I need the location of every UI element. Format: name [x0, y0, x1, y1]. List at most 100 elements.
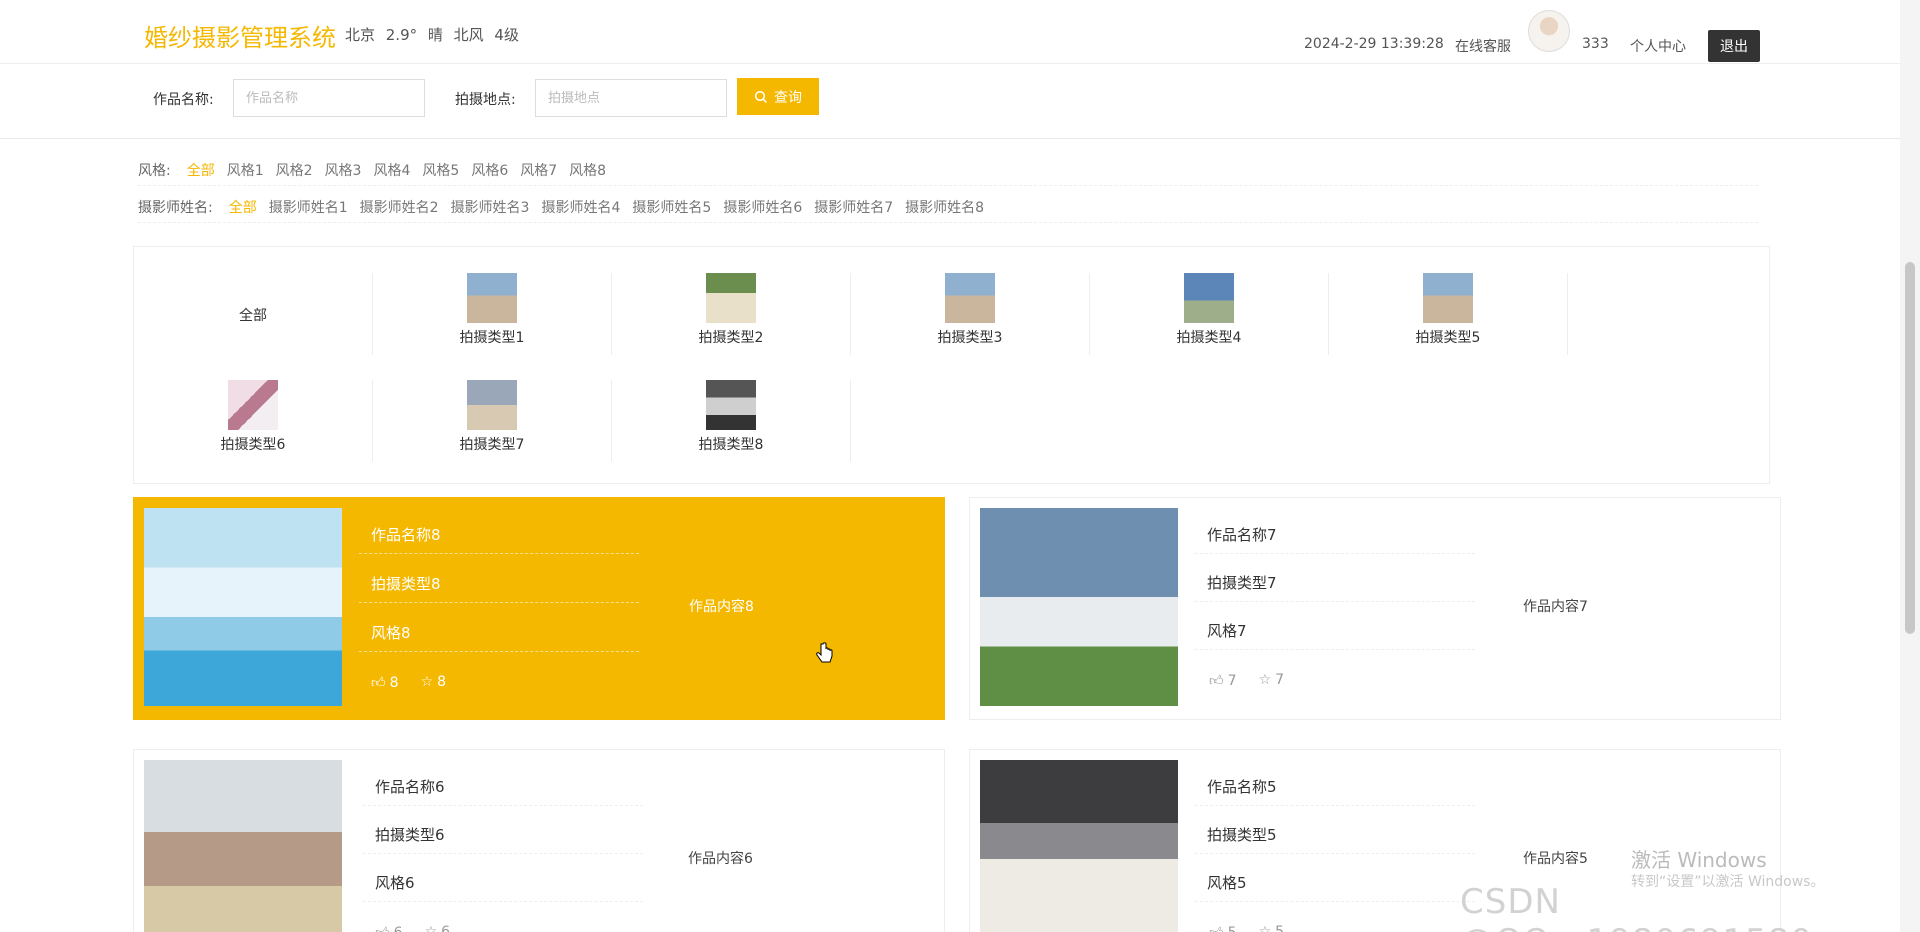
work-photo	[980, 508, 1178, 706]
photographer-filter-item[interactable]: 摄影师姓名4	[541, 197, 620, 217]
star-icon: ☆	[1258, 672, 1272, 688]
weather-info: 北京 2.9° 晴 北风 4级	[345, 26, 519, 44]
type-thumbnail	[706, 273, 756, 323]
type-item[interactable]: 拍摄类型2	[612, 273, 851, 355]
csdn-watermark: CSDN @QQ__1980691580	[1460, 882, 1812, 932]
like-count[interactable]: 👍︎5	[1209, 924, 1237, 932]
favorite-count[interactable]: ☆ 6	[425, 924, 450, 932]
type-label: 拍摄类型3	[937, 330, 1003, 346]
shoot-type-panel: 全部 拍摄类型1 拍摄类型2 拍摄类型3 拍摄类型4 拍摄类型5 拍摄类型6 拍…	[133, 246, 1770, 484]
username: 333	[1582, 36, 1609, 52]
work-photo	[144, 760, 342, 932]
work-type: 拍摄类型5	[1195, 808, 1475, 854]
type-item[interactable]: 拍摄类型3	[851, 273, 1090, 355]
type-label: 拍摄类型6	[220, 437, 286, 453]
type-item[interactable]: 拍摄类型5	[1329, 273, 1568, 355]
style-filter-item[interactable]: 风格4	[373, 160, 410, 180]
work-type: 拍摄类型8	[359, 557, 639, 603]
search-icon	[754, 90, 768, 103]
brand-title[interactable]: 婚纱摄影管理系统	[144, 18, 336, 53]
profile-link[interactable]: 个人中心	[1630, 36, 1686, 56]
photographer-filter-item[interactable]: 摄影师姓名2	[360, 197, 439, 217]
scrollbar-thumb[interactable]	[1905, 262, 1915, 634]
type-label: 拍摄类型8	[698, 437, 764, 453]
style-filter-item[interactable]: 风格3	[325, 160, 362, 180]
avatar[interactable]	[1528, 10, 1570, 52]
photographer-filter-item[interactable]: 摄影师姓名7	[814, 197, 893, 217]
type-item[interactable]: 拍摄类型1	[373, 273, 612, 355]
type-thumbnail	[1184, 273, 1234, 323]
work-content: 作品内容8	[689, 599, 754, 615]
query-button[interactable]: 查询	[737, 78, 819, 115]
datetime: 2024-2-29 13:39:28	[1304, 36, 1444, 52]
page-scrollbar[interactable]	[1900, 0, 1920, 932]
work-meta: 👍︎5 ☆5	[1209, 924, 1284, 932]
page: 婚纱摄影管理系统 北京 2.9° 晴 北风 4级 2024-2-29 13:39…	[0, 0, 1920, 932]
type-all-label: 全部	[239, 308, 267, 324]
work-type: 拍摄类型6	[363, 808, 643, 854]
style-filter-item[interactable]: 风格7	[520, 160, 557, 180]
type-all[interactable]: 全部	[134, 273, 373, 355]
work-style: 风格6	[363, 856, 643, 902]
work-card[interactable]: 作品名称6 拍摄类型6 风格6 作品内容6 👍︎6 ☆6	[133, 749, 945, 932]
type-item[interactable]: 拍摄类型8	[612, 380, 851, 462]
work-name-input[interactable]	[233, 79, 425, 117]
photographer-filter-item[interactable]: 摄影师姓名1	[269, 197, 348, 217]
top-header: 婚纱摄影管理系统 北京 2.9° 晴 北风 4级 2024-2-29 13:39…	[0, 0, 1900, 64]
like-count[interactable]: 👍︎6	[375, 924, 403, 932]
favorite-count[interactable]: ☆ 5	[1259, 924, 1284, 932]
favorite-count[interactable]: ☆ 8	[421, 674, 446, 691]
style-filter-item[interactable]: 风格1	[227, 160, 264, 180]
work-card[interactable]: 作品名称8 拍摄类型8 风格8 作品内容8 👍︎ 8 ☆ 8	[133, 497, 945, 720]
work-meta: 👍︎ 8 ☆ 8	[371, 674, 446, 691]
type-label: 拍摄类型2	[698, 330, 764, 346]
work-name-label: 作品名称:	[153, 92, 214, 108]
shoot-place-input[interactable]	[535, 79, 727, 117]
query-label: 查询	[774, 88, 802, 105]
style-filter-all[interactable]: 全部	[187, 160, 215, 180]
shoot-place-label: 拍摄地点:	[455, 92, 516, 108]
type-label: 拍摄类型5	[1415, 330, 1481, 346]
type-label: 拍摄类型4	[1176, 330, 1242, 346]
work-card[interactable]: 作品名称7 拍摄类型7 风格7 作品内容7 👍︎ 7 ☆ 7	[969, 497, 1781, 720]
work-name: 作品名称7	[1195, 508, 1475, 554]
star-icon: ☆	[1258, 924, 1272, 932]
thumbs-up-icon: 👍︎	[371, 675, 386, 691]
photographer-filter-item[interactable]: 摄影师姓名3	[451, 197, 530, 217]
photographer-filter-item[interactable]: 摄影师姓名8	[905, 197, 984, 217]
like-count[interactable]: 👍︎ 7	[1209, 672, 1237, 689]
thumbs-up-icon: 👍︎	[1209, 673, 1224, 689]
work-meta: 👍︎ 7 ☆ 7	[1209, 672, 1284, 689]
windows-activation-title: 激活 Windows	[1631, 848, 1767, 872]
style-filter-item[interactable]: 风格8	[569, 160, 606, 180]
style-filter-item[interactable]: 风格6	[471, 160, 508, 180]
photographer-filter-item[interactable]: 摄影师姓名5	[632, 197, 711, 217]
style-filter-item[interactable]: 风格2	[276, 160, 313, 180]
type-item[interactable]: 拍摄类型6	[134, 380, 373, 462]
photographer-filter-label: 摄影师姓名:	[138, 200, 213, 216]
favorite-count[interactable]: ☆ 7	[1259, 672, 1284, 689]
work-name: 作品名称5	[1195, 760, 1475, 806]
online-service-link[interactable]: 在线客服	[1455, 36, 1511, 56]
work-photo	[144, 508, 342, 706]
work-photo	[980, 760, 1178, 932]
type-item[interactable]: 拍摄类型7	[373, 380, 612, 462]
type-label: 拍摄类型1	[459, 330, 525, 346]
search-bar: 作品名称: 拍摄地点: 查询	[0, 65, 1900, 139]
photographer-filter-item[interactable]: 摄影师姓名6	[723, 197, 802, 217]
type-item[interactable]: 拍摄类型4	[1090, 273, 1329, 355]
like-count[interactable]: 👍︎ 8	[371, 674, 399, 691]
work-content: 作品内容6	[688, 851, 753, 867]
work-style: 风格8	[359, 606, 639, 652]
type-thumbnail	[228, 380, 278, 430]
hand-cursor-icon	[816, 642, 833, 663]
style-filter-label: 风格:	[138, 163, 171, 179]
style-filter-item[interactable]: 风格5	[422, 160, 459, 180]
thumbs-up-icon: 👍︎	[1209, 924, 1224, 932]
logout-button[interactable]: 退出	[1708, 30, 1760, 62]
divider	[138, 185, 1758, 186]
style-filter-row: 风格: 全部 风格1 风格2 风格3 风格4 风格5 风格6 风格7 风格8	[138, 160, 606, 180]
work-content: 作品内容5	[1523, 851, 1588, 867]
work-name: 作品名称6	[363, 760, 643, 806]
photographer-filter-all[interactable]: 全部	[229, 197, 257, 217]
